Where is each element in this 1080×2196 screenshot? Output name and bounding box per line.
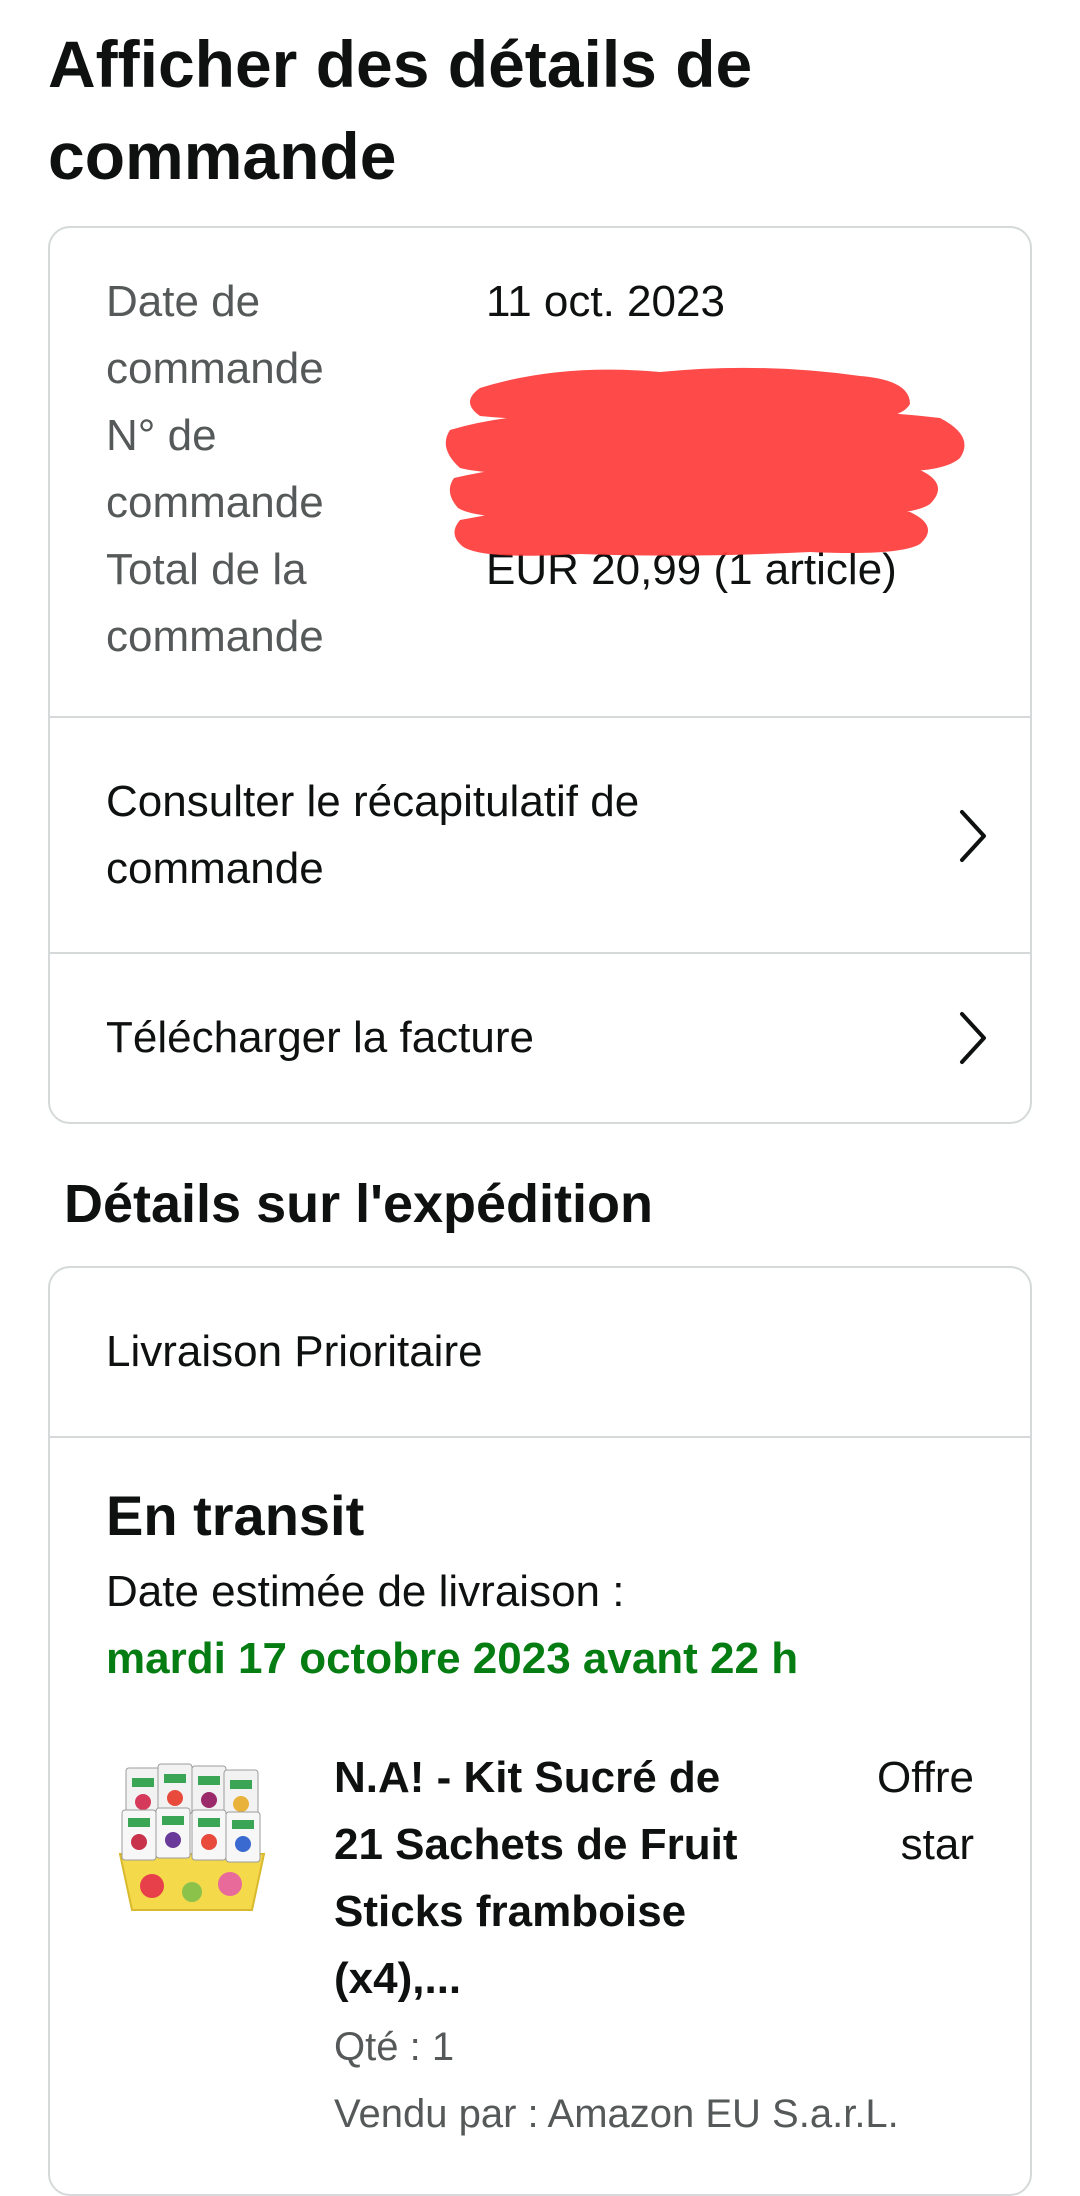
order-date-value: 11 oct. 2023 <box>486 277 725 326</box>
order-info-labels: Date de commande N° de commande Total de… <box>106 268 366 670</box>
order-summary-card: Date de commande N° de commande Total de… <box>48 226 1032 1124</box>
order-number-label-line-1: N° de <box>106 411 217 460</box>
order-total-label-line-1: Total de la <box>106 545 307 594</box>
download-invoice-link[interactable]: Télécharger la facture <box>50 954 1030 1122</box>
order-total-label-line-2: commande <box>106 612 324 661</box>
product-seller: Vendu par : Amazon EU S.a.r.L. <box>334 2092 899 2136</box>
shipment-status: En transit <box>106 1484 365 1547</box>
redaction-scribble <box>445 367 965 556</box>
chevron-right-icon <box>960 810 986 862</box>
order-number-label-line-2: commande <box>106 478 324 527</box>
order-total-value: EUR 20,99 (1 article) <box>486 545 897 594</box>
shipment-card: Livraison Prioritaire En transit Date es… <box>48 1266 1032 2196</box>
product-title-link[interactable]: N.A! - Kit Sucré de 21 Sachets de Fruit … <box>334 1744 754 2012</box>
shipment-section-title: Détails sur l'expédition <box>64 1174 653 1234</box>
delivery-type-row: Livraison Prioritaire <box>50 1268 1030 1438</box>
order-date-label-line-2: commande <box>106 344 324 393</box>
order-info-block: Date de commande N° de commande Total de… <box>50 228 1030 718</box>
offer-star-badge: Offre star <box>876 1753 974 1869</box>
product-thumbnail[interactable] <box>112 1758 272 1918</box>
order-date-label-line-1: Date de <box>106 277 261 326</box>
delivery-type-label: Livraison Prioritaire <box>106 1327 483 1376</box>
eta-date: mardi 17 octobre 2023 avant 22 h <box>106 1634 799 1683</box>
view-order-summary-label: Consulter le récapitulatif de commande <box>106 777 640 893</box>
page-title: Afficher des détails de commande <box>48 27 753 193</box>
download-invoice-label: Télécharger la facture <box>106 1013 534 1062</box>
view-order-summary-link[interactable]: Consulter le récapitulatif de commande <box>50 718 1030 954</box>
chevron-right-icon <box>960 1012 986 1064</box>
eta-label: Date estimée de livraison : <box>106 1567 625 1616</box>
product-quantity: Qté : 1 <box>334 2025 455 2069</box>
